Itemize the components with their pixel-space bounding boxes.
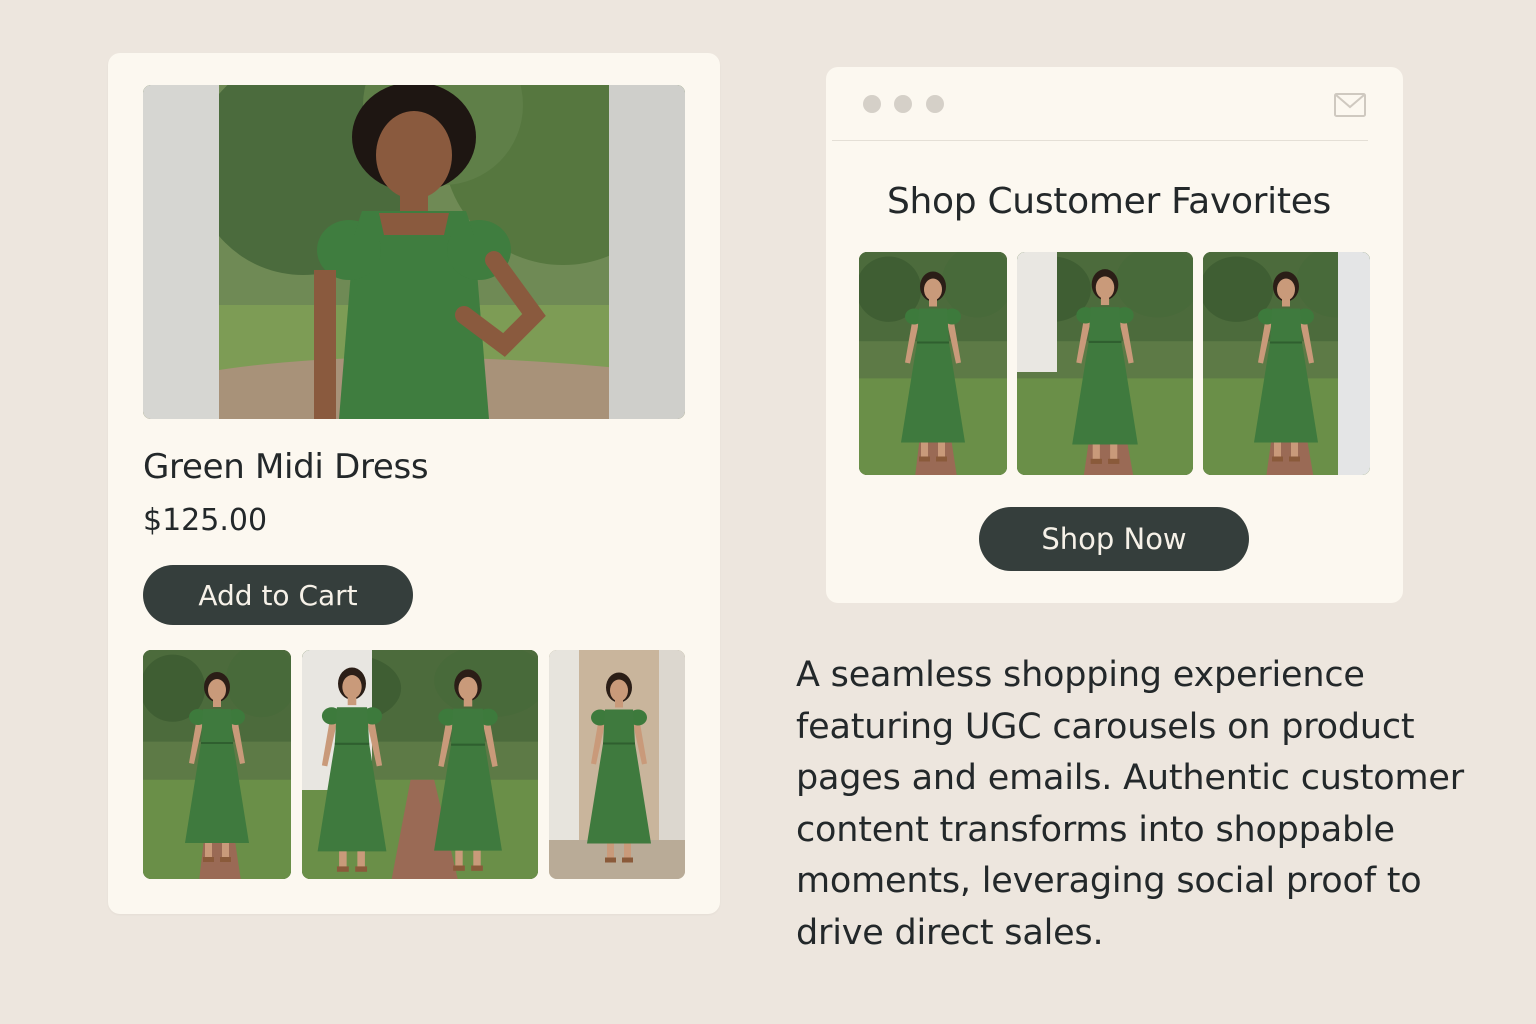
product-title: Green Midi Dress bbox=[143, 447, 429, 487]
shop-now-button[interactable]: Shop Now bbox=[979, 507, 1249, 571]
email-header-divider bbox=[832, 140, 1368, 141]
ugc-photo[interactable] bbox=[1017, 252, 1193, 475]
add-to-cart-button[interactable]: Add to Cart bbox=[143, 565, 413, 625]
ugc-photo[interactable] bbox=[859, 252, 1007, 475]
window-dot bbox=[894, 95, 912, 113]
stage: Green Midi Dress $125.00 Add to Cart Sho… bbox=[0, 0, 1536, 1024]
feature-description: A seamless shopping experience featuring… bbox=[796, 655, 1464, 953]
envelope-icon bbox=[1334, 93, 1366, 117]
ugc-photo[interactable] bbox=[143, 650, 291, 879]
window-dot bbox=[863, 95, 881, 113]
ugc-photo[interactable] bbox=[1203, 252, 1370, 475]
product-page-card: Green Midi Dress $125.00 Add to Cart bbox=[108, 53, 720, 914]
product-price: $125.00 bbox=[143, 503, 268, 538]
window-dot bbox=[926, 95, 944, 113]
product-hero-image[interactable] bbox=[143, 85, 685, 419]
email-preview-card: Shop Customer Favorites Shop Now bbox=[826, 67, 1403, 603]
email-heading: Shop Customer Favorites bbox=[886, 181, 1331, 222]
ugc-photo[interactable] bbox=[549, 650, 685, 879]
ugc-photo[interactable] bbox=[302, 650, 538, 879]
